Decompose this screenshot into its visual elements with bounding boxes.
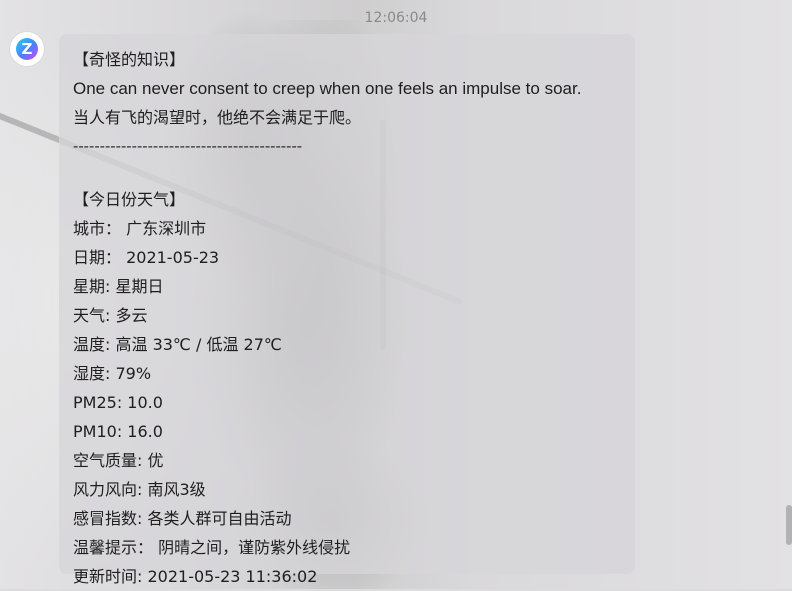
message-line-weather-header: 【今日份天气】 xyxy=(73,190,186,209)
app-logo-z-icon: Z xyxy=(16,38,38,60)
message-divider: ----------------------------------------… xyxy=(73,138,303,155)
message-line-city: 城市： 广东深圳市 xyxy=(73,219,207,238)
message-line-wind: 风力风向: 南风3级 xyxy=(73,480,206,499)
message-line-quote-english: One can never consent to creep when one … xyxy=(73,79,582,98)
message-line-cold-index: 感冒指数: 各类人群可自由活动 xyxy=(73,509,292,528)
message-line-pm10: PM10: 16.0 xyxy=(73,422,163,441)
message-line-quote-chinese: 当人有飞的渴望时，他绝不会满足于爬。 xyxy=(73,108,362,127)
message-bubble[interactable]: 【奇怪的知识】 One can never consent to creep w… xyxy=(59,34,635,586)
chat-scrollbar[interactable] xyxy=(786,505,792,545)
message-line-humidity: 湿度: 79% xyxy=(73,364,152,383)
message-line-update-time: 更新时间: 2021-05-23 11:36:02 xyxy=(73,567,318,586)
message-line-air-quality: 空气质量: 优 xyxy=(73,451,164,470)
message-line-pm25: PM25: 10.0 xyxy=(73,393,163,412)
avatar[interactable]: Z xyxy=(10,32,44,66)
message-line-temperature: 温度: 高温 33℃ / 低温 27℃ xyxy=(73,335,282,354)
message-line-weather: 天气: 多云 xyxy=(73,306,148,325)
message-line-date: 日期： 2021-05-23 xyxy=(73,248,220,267)
message-line-weekday: 星期: 星期日 xyxy=(73,277,164,296)
message-line-knowledge-header: 【奇怪的知识】 xyxy=(73,50,186,69)
message-line-tip: 温馨提示： 阴晴之间，谨防紫外线侵扰 xyxy=(73,538,351,557)
message-timestamp: 12:06:04 xyxy=(364,10,428,26)
